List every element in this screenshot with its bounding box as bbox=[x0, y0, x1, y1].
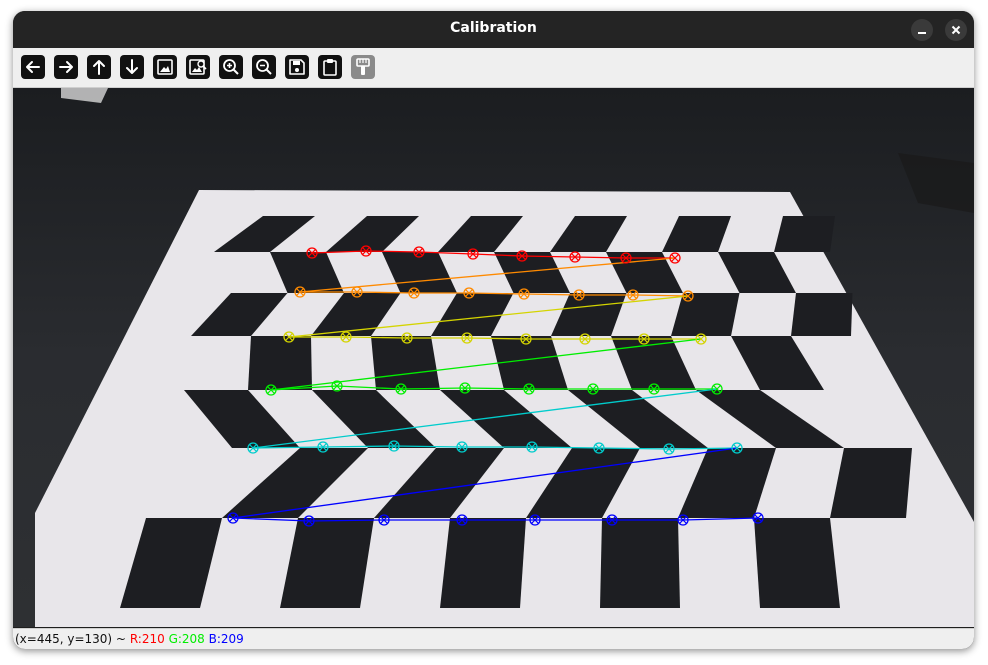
zoom-fit-button[interactable] bbox=[153, 55, 177, 79]
pan-right-button[interactable] bbox=[54, 55, 78, 79]
zoom-original-button[interactable] bbox=[186, 55, 210, 79]
close-button[interactable] bbox=[945, 19, 967, 41]
brush-icon bbox=[356, 58, 370, 75]
status-red-value: R:210 bbox=[129, 632, 165, 646]
arrow-left-icon bbox=[26, 61, 40, 73]
arrow-up-icon bbox=[93, 60, 105, 75]
checker-square bbox=[754, 518, 840, 608]
checker-square bbox=[791, 293, 853, 336]
calibration-image bbox=[13, 88, 974, 627]
zoom-in-button[interactable] bbox=[219, 55, 243, 79]
image-icon bbox=[157, 59, 173, 75]
checker-square bbox=[774, 216, 835, 252]
checker-square bbox=[600, 518, 680, 608]
arrow-right-icon bbox=[59, 61, 73, 73]
checker-square bbox=[248, 336, 312, 390]
zoom-out-button[interactable] bbox=[252, 55, 276, 79]
checker-square bbox=[830, 448, 912, 518]
title-bar[interactable]: Calibration bbox=[13, 11, 974, 48]
copy-to-clipboard-button[interactable] bbox=[318, 55, 342, 79]
properties-button[interactable] bbox=[351, 55, 375, 79]
pan-left-button[interactable] bbox=[21, 55, 45, 79]
image-view[interactable] bbox=[13, 88, 974, 627]
clipboard-icon bbox=[323, 59, 337, 76]
minimize-icon bbox=[918, 32, 926, 34]
status-blue-value: B:209 bbox=[208, 632, 244, 646]
checker-square bbox=[671, 293, 740, 336]
app-window: Calibration (x=445, y=130) ~ R:210 G:208… bbox=[13, 11, 974, 649]
save-image-button[interactable] bbox=[285, 55, 309, 79]
minimize-button[interactable] bbox=[911, 19, 933, 41]
image-zoom-icon bbox=[189, 59, 207, 75]
zoom-out-icon bbox=[256, 59, 272, 75]
pan-up-button[interactable] bbox=[87, 55, 111, 79]
toolbar bbox=[13, 48, 974, 88]
pan-down-button[interactable] bbox=[120, 55, 144, 79]
checker-square bbox=[371, 336, 440, 390]
window-title: Calibration bbox=[450, 20, 537, 36]
status-bar: (x=445, y=130) ~ R:210 G:208 B:209 bbox=[13, 628, 974, 649]
arrow-down-icon bbox=[126, 59, 138, 74]
zoom-in-icon bbox=[223, 59, 239, 75]
save-icon bbox=[289, 59, 305, 75]
status-coordinates: (x=445, y=130) ~ bbox=[15, 632, 126, 646]
checker-square bbox=[440, 518, 526, 608]
status-green-value: G:208 bbox=[168, 632, 205, 646]
close-icon bbox=[951, 25, 961, 35]
